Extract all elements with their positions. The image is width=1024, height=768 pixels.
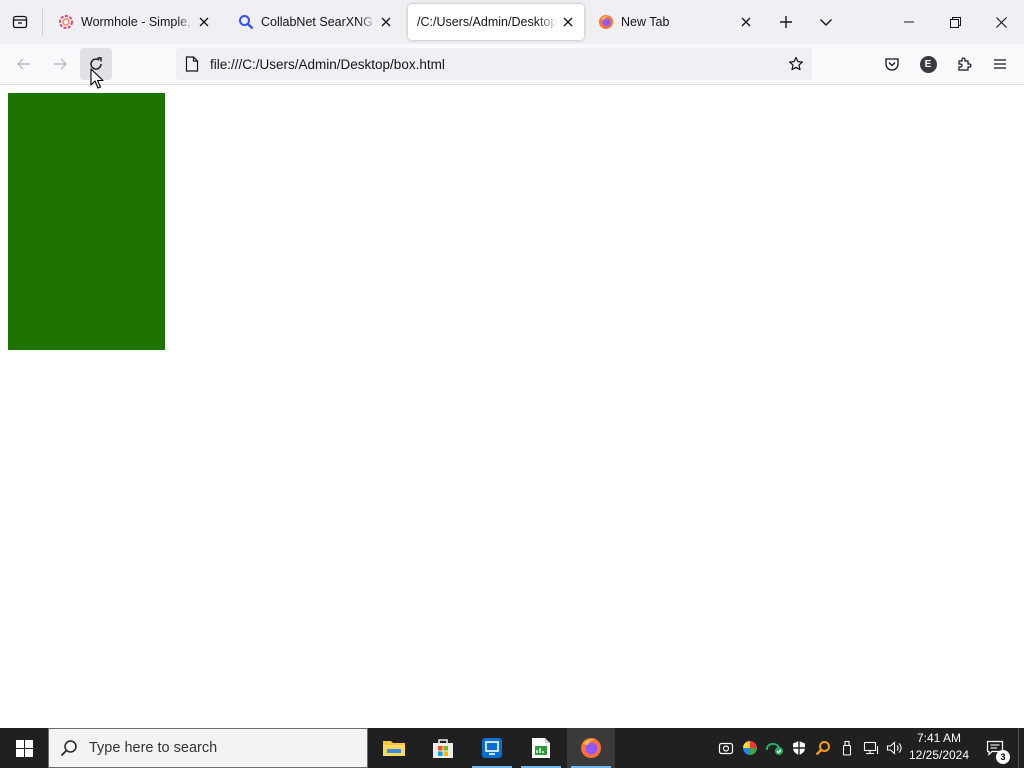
forward-button[interactable] (44, 48, 76, 80)
minimize-button[interactable] (886, 0, 932, 44)
shield-icon (793, 741, 805, 755)
extensions-button[interactable] (948, 48, 980, 80)
arrow-right-icon (54, 58, 67, 70)
usb-drive-icon (842, 740, 852, 756)
page-content (0, 85, 1024, 728)
tab-title: /C:/Users/Admin/Desktop/box.html (417, 15, 558, 29)
new-tab-button[interactable] (768, 4, 804, 40)
back-button[interactable] (8, 48, 40, 80)
search-placeholder: Type here to search (89, 740, 218, 756)
chevron-down-icon (820, 19, 832, 26)
plus-icon (780, 16, 792, 28)
tab-title: CollabNet SearXNG (261, 15, 373, 29)
arrow-left-icon (17, 58, 30, 70)
pocket-icon (885, 58, 899, 71)
searxng-search-icon (238, 14, 254, 30)
url-bar[interactable]: file:///C:/Users/Admin/Desktop/box.html (176, 48, 812, 80)
puzzle-piece-icon (958, 57, 972, 71)
app-menu-button[interactable] (984, 48, 1016, 80)
search-icon (49, 729, 89, 767)
tray-color-app[interactable] (738, 728, 762, 768)
tab-new-tab[interactable]: New Tab (588, 4, 762, 40)
action-center-button[interactable]: 3 (978, 728, 1012, 768)
file-explorer-icon (383, 741, 405, 756)
tab-title: Wormhole - Simple, private file sharing (81, 15, 194, 29)
remote-desktop-icon (482, 738, 502, 758)
green-box (8, 93, 165, 350)
sync-status-icon (765, 742, 783, 755)
pocket-button[interactable] (876, 48, 908, 80)
tab-box-html[interactable]: /C:/Users/Admin/Desktop/box.html (408, 4, 584, 40)
restore-icon (949, 16, 961, 28)
tray-search-tool[interactable] (811, 728, 835, 768)
tab-wormhole[interactable]: Wormhole - Simple, private file sharing (48, 4, 220, 40)
clock-date: 12/25/2024 (908, 748, 970, 762)
firefox-view-button[interactable] (0, 0, 40, 44)
close-window-button[interactable] (978, 0, 1024, 44)
system-clock[interactable]: 7:41 AM 12/25/2024 (904, 730, 974, 766)
tab-searxng[interactable]: CollabNet SearXNG (228, 4, 402, 40)
network-icon (863, 741, 879, 755)
close-tab-icon[interactable] (558, 12, 578, 32)
taskbar-spreadsheet-app[interactable] (517, 728, 565, 768)
firefox-view-icon (12, 15, 28, 29)
firefox-icon (581, 738, 601, 758)
tab-separator (42, 8, 43, 36)
camera-icon (718, 742, 734, 755)
tray-sync-app[interactable] (762, 728, 786, 768)
show-desktop-button[interactable] (1018, 728, 1024, 768)
taskbar-file-explorer[interactable] (370, 728, 418, 768)
bookmark-star-icon[interactable] (784, 52, 808, 76)
tray-network[interactable] (859, 728, 883, 768)
mouse-pointer-icon (90, 68, 104, 89)
navigation-toolbar: file:///C:/Users/Admin/Desktop/box.html … (0, 44, 1024, 85)
taskbar-firefox[interactable] (567, 728, 615, 768)
url-text[interactable]: file:///C:/Users/Admin/Desktop/box.html (210, 57, 445, 72)
spreadsheet-app-icon (532, 738, 550, 758)
taskbar-search-box[interactable]: Type here to search (48, 728, 368, 768)
close-tab-icon[interactable] (736, 12, 756, 32)
account-button[interactable]: E (912, 48, 944, 80)
notification-count-badge: 3 (996, 750, 1010, 764)
wormhole-icon (58, 14, 74, 30)
speaker-icon (886, 741, 902, 755)
taskbar-remote-desktop[interactable] (468, 728, 516, 768)
taskbar-microsoft-store[interactable] (419, 728, 467, 768)
list-all-tabs-button[interactable] (808, 4, 844, 40)
color-wheel-icon (743, 741, 757, 755)
account-avatar: E (919, 55, 937, 73)
hamburger-menu-icon (994, 59, 1006, 69)
close-icon (995, 16, 1007, 28)
clock-time: 7:41 AM (916, 731, 962, 745)
close-tab-icon[interactable] (376, 12, 396, 32)
windows-logo-icon (15, 739, 33, 757)
tray-security[interactable] (787, 728, 811, 768)
tray-usb-device[interactable] (835, 728, 859, 768)
page-icon (176, 48, 208, 80)
windows-taskbar: Type here to search 7:41 AM 12/25/2024 3 (0, 728, 1024, 768)
firefox-icon (598, 14, 614, 30)
microsoft-store-icon (433, 739, 453, 758)
tab-title: New Tab (621, 15, 670, 29)
restore-button[interactable] (932, 0, 978, 44)
tray-screen-capture[interactable] (714, 728, 738, 768)
tab-strip: Wormhole - Simple, private file sharing … (0, 0, 1024, 44)
close-tab-icon[interactable] (194, 12, 214, 32)
minimize-icon (904, 21, 914, 23)
start-button[interactable] (0, 728, 48, 768)
magnifier-icon (815, 741, 830, 756)
